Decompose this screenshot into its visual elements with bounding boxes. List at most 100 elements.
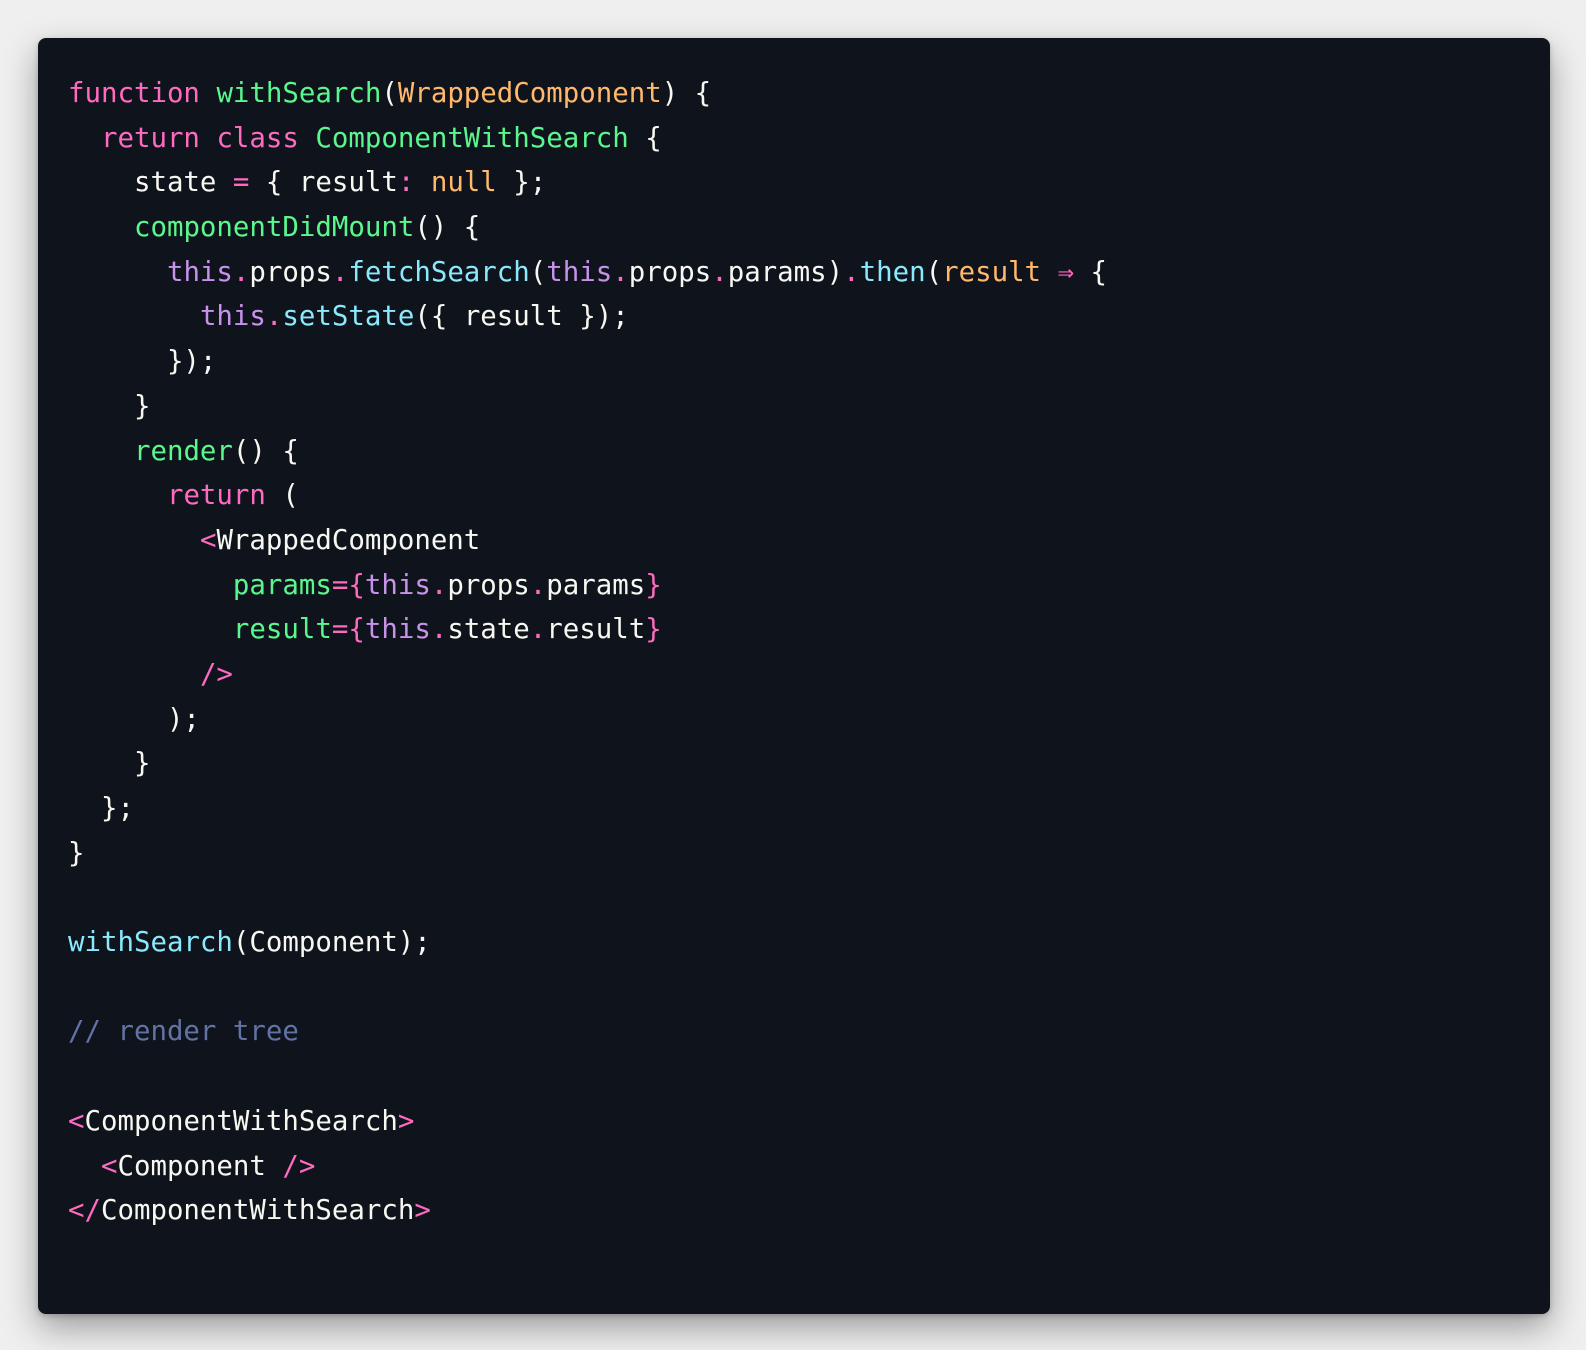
code-line: params={this.props.params} <box>68 564 1520 609</box>
code-token: { result <box>249 167 398 199</box>
code-line: ); <box>68 698 1520 743</box>
code-token: . <box>529 614 547 646</box>
code-token: ( <box>925 256 943 288</box>
code-token: props <box>628 256 712 288</box>
code-token: } <box>645 614 662 646</box>
code-token: result <box>232 614 332 646</box>
code-line: <ComponentWithSearch> <box>68 1100 1520 1145</box>
code-token: (Component); <box>232 927 431 959</box>
code-line: <Component /> <box>68 1145 1520 1190</box>
code-token: > <box>397 1105 415 1137</box>
code-token: /> <box>282 1150 316 1182</box>
code-token: . <box>612 256 629 288</box>
code-line: }; <box>68 787 1520 832</box>
code-token: < <box>68 1105 85 1137</box>
code-snippet-window: function withSearch(WrappedComponent) { … <box>38 38 1550 1314</box>
code-line: function withSearch(WrappedComponent) { <box>68 72 1520 117</box>
code-token: > <box>414 1195 431 1227</box>
code-token: { <box>348 614 365 646</box>
code-line: } <box>68 742 1520 787</box>
code-token: } <box>68 390 151 422</box>
code-token: . <box>711 256 728 288</box>
code-token: { <box>1074 256 1108 288</box>
code-line: </ComponentWithSearch> <box>68 1189 1520 1234</box>
code-token: render <box>133 435 233 467</box>
code-line: componentDidMount() { <box>68 206 1520 251</box>
code-token: }; <box>68 793 134 824</box>
code-token: () { <box>414 212 481 244</box>
code-token: ({ result }); <box>414 301 629 333</box>
code-token: function <box>68 78 200 109</box>
code-line: <WrappedComponent <box>68 519 1520 564</box>
code-token: ) { <box>661 78 712 109</box>
code-token: } <box>645 569 662 601</box>
code-token: this <box>364 569 431 601</box>
code-token: props <box>447 569 530 601</box>
code-token: fetchSearch <box>348 256 530 288</box>
code-token: . <box>843 256 860 288</box>
code-token: then <box>859 256 926 288</box>
code-token: . <box>265 301 283 333</box>
code-token: this <box>166 256 233 288</box>
code-line: return class ComponentWithSearch { <box>68 117 1520 162</box>
code-line: result={this.state.result} <box>68 608 1520 653</box>
code-token: params) <box>727 256 844 288</box>
code-line: this.setState({ result }); <box>68 295 1520 340</box>
code-token: </ <box>68 1195 101 1227</box>
code-token: withSearch <box>68 927 233 959</box>
code-token: result <box>546 614 646 646</box>
code-token: }; <box>496 167 547 199</box>
code-token: params <box>232 569 332 601</box>
code-token: ComponentWithSearch <box>84 1105 398 1137</box>
code-token: this <box>199 301 266 333</box>
code-line: /> <box>68 653 1520 698</box>
code-line: return ( <box>68 474 1520 519</box>
code-token: setState <box>282 301 415 333</box>
code-token: withSearch <box>216 78 382 109</box>
code-token: ( <box>265 480 299 512</box>
code-token: }); <box>68 346 217 378</box>
code-token: Component <box>117 1150 283 1182</box>
code-token: state <box>447 614 530 646</box>
code-token: < <box>100 1150 118 1182</box>
code-token: ComponentWithSearch <box>100 1195 415 1227</box>
code-token: () { <box>232 435 299 467</box>
code-token: this <box>546 256 613 288</box>
code-line: } <box>68 832 1520 877</box>
code-line: state = { result: null }; <box>68 161 1520 206</box>
code-line: this.props.fetchSearch(this.props.params… <box>68 251 1520 296</box>
code-line: withSearch(Component); <box>68 921 1520 966</box>
code-token: ( <box>529 256 547 288</box>
code-token: = <box>232 167 250 199</box>
code-token: componentDidMount <box>133 212 415 244</box>
code-token: } <box>68 837 85 869</box>
code-token: return <box>100 122 200 154</box>
code-line: // render tree <box>68 1010 1520 1055</box>
code-token: < <box>199 524 217 556</box>
code-token: result <box>942 256 1042 288</box>
code-token: state <box>68 167 233 199</box>
code-line: render() { <box>68 430 1520 475</box>
code-token: WrappedComponent <box>216 524 481 556</box>
code-token: . <box>430 569 448 601</box>
code-token: props <box>249 256 332 288</box>
code-token: . <box>331 256 349 288</box>
code-token: return <box>166 480 266 512</box>
code-block: function withSearch(WrappedComponent) { … <box>68 72 1520 1234</box>
code-token: params <box>546 569 646 601</box>
